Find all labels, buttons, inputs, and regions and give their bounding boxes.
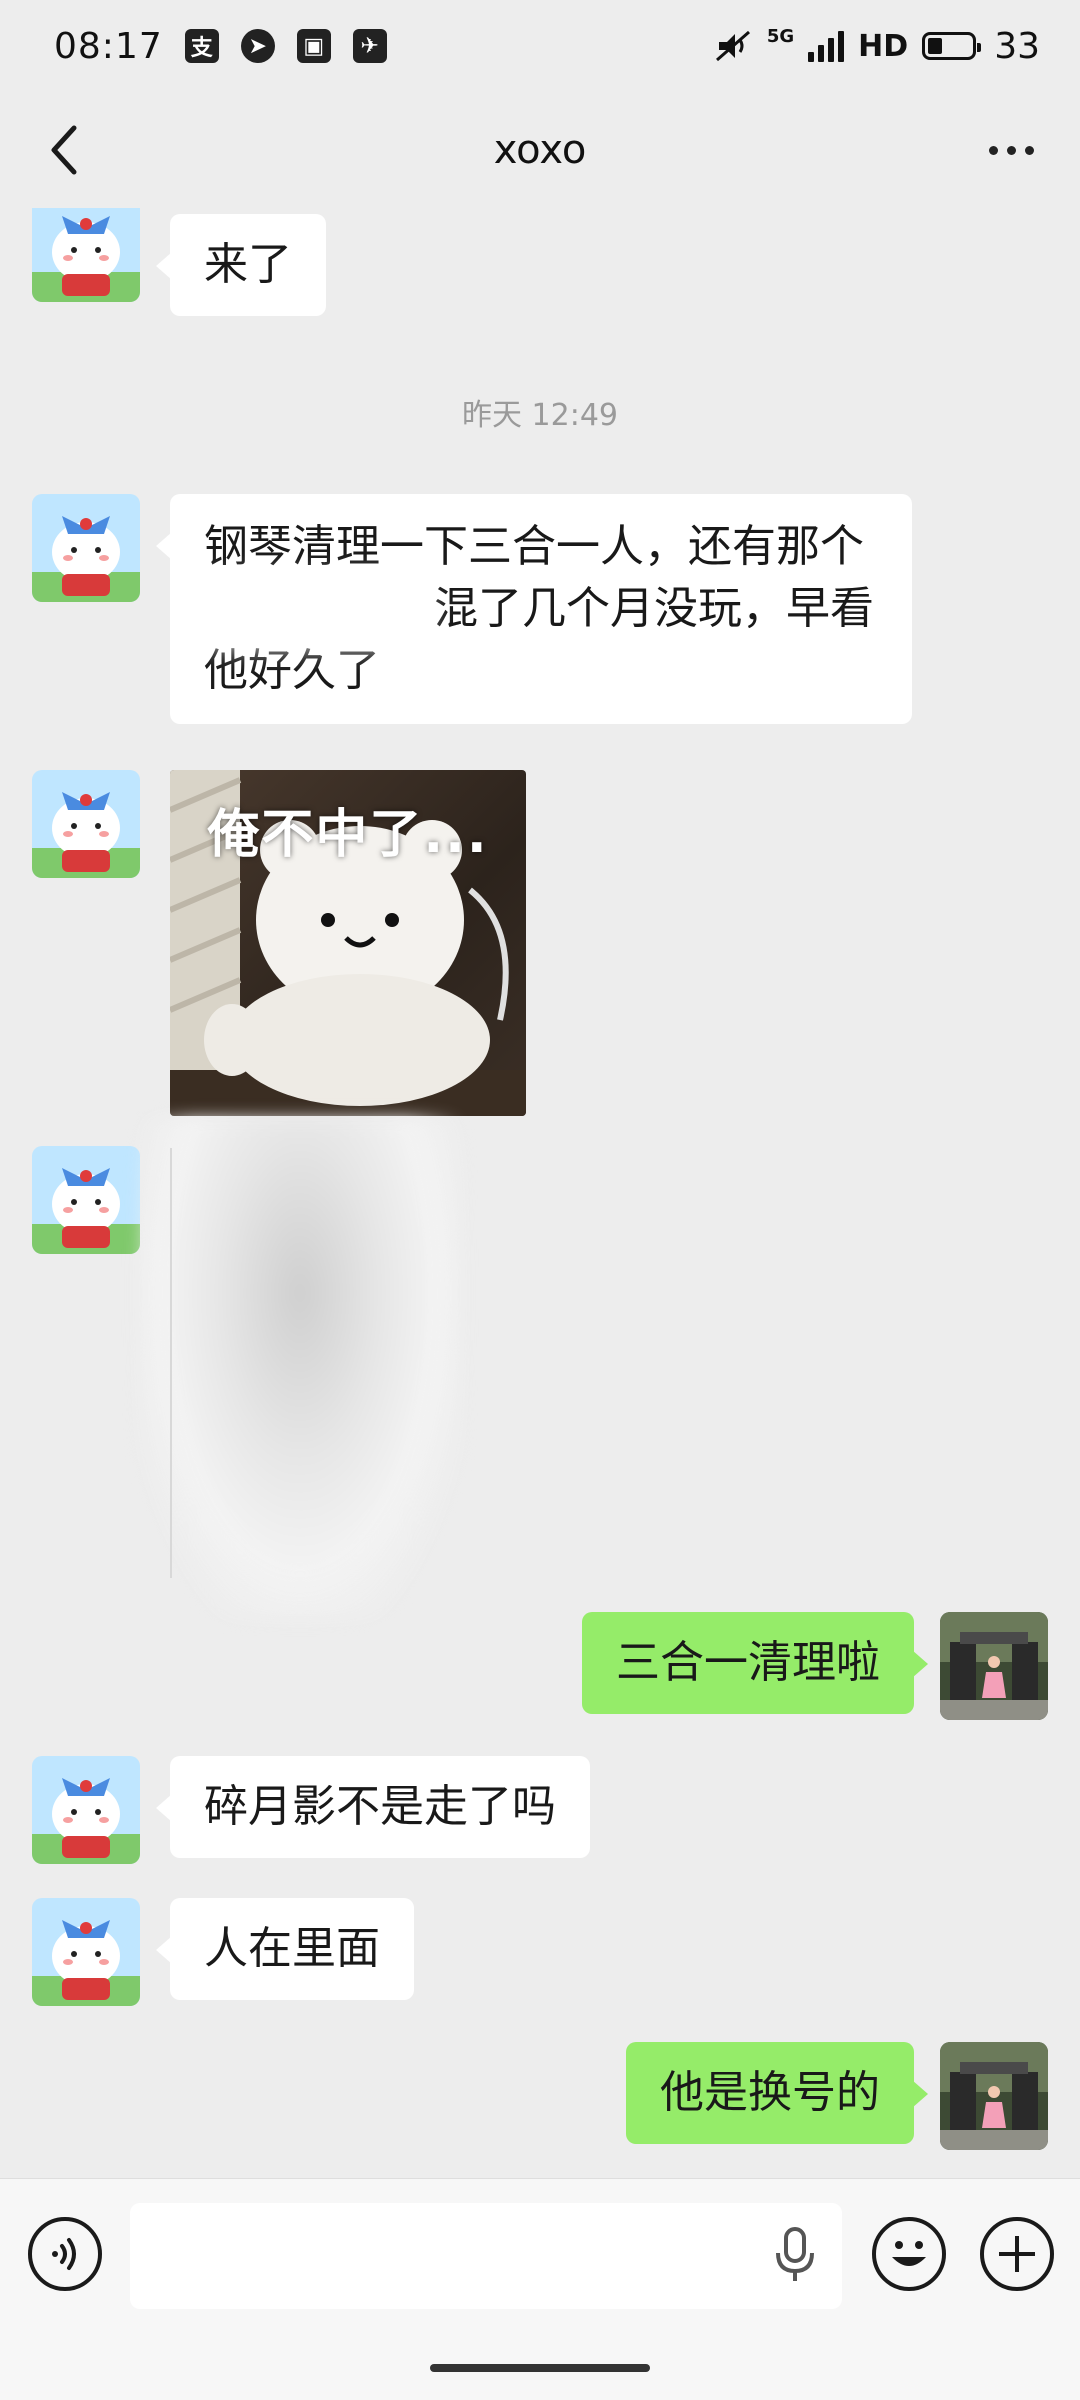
voice-button[interactable] [28, 2217, 102, 2291]
message-bubble[interactable]: 人在里面 [156, 1898, 414, 2000]
telegram-icon: ✈ [352, 29, 387, 63]
emoji-icon [892, 2241, 926, 2266]
message-timestamp: 昨天 12:49 [462, 398, 618, 433]
more-dot [1006, 145, 1016, 155]
my-avatar[interactable] [940, 1612, 1048, 1720]
chat-title: xoxo [493, 127, 587, 173]
contact-avatar[interactable] [32, 1898, 140, 2006]
message-text: 碎月影不是走了吗 [204, 1781, 556, 1832]
message-text-line: 他好久了 [204, 645, 380, 696]
my-avatar[interactable] [940, 2042, 1048, 2150]
cartoon-avatar-icon [32, 494, 140, 602]
cartoon-avatar-icon [32, 770, 140, 878]
news-icon: ▣ [296, 29, 331, 63]
message-text-line: 钢琴清理一下三合一人，还有那个 [204, 521, 864, 572]
chat-area[interactable]: 来了 昨天 12:49 钢琴清理一下三合一人，还有那个 混了几个月没玩，早看 他… [0, 208, 1080, 2178]
redacted-blur [190, 578, 430, 648]
battery-icon [922, 32, 982, 60]
voice-icon [52, 2238, 76, 2270]
back-button[interactable] [36, 122, 92, 178]
contact-avatar[interactable] [32, 494, 140, 602]
cartoon-avatar-icon [32, 1756, 140, 1864]
contact-avatar[interactable] [32, 208, 140, 302]
cartoon-avatar-icon [32, 208, 140, 302]
home-indicator[interactable] [430, 2364, 650, 2372]
mute-icon [715, 30, 750, 62]
message-text: 三合一清理啦 [616, 1637, 880, 1688]
message-bubble[interactable]: 碎月影不是走了吗 [156, 1756, 590, 1858]
contact-avatar[interactable] [32, 770, 140, 878]
more-dot [988, 145, 998, 155]
title-bar: xoxo [0, 92, 1080, 208]
message-text: 来了 [204, 239, 292, 290]
cartoon-avatar-icon [32, 1146, 140, 1254]
status-bar: 08:17 支 ➤ ▣ ✈ 5G HD 33 [0, 0, 1080, 92]
message-bubble-outgoing[interactable]: 三合一清理啦 [582, 1612, 928, 1714]
cartoon-avatar-icon [32, 1898, 140, 2006]
message-text: 人在里面 [204, 1923, 380, 1974]
battery-fill [928, 38, 943, 54]
plus-icon [999, 2236, 1035, 2272]
alipay-icon: 支 [184, 29, 219, 63]
message-bubble[interactable]: 钢琴清理一下三合一人，还有那个 混了几个月没玩，早看 他好久了 [156, 494, 912, 724]
chevron-left-icon [51, 125, 77, 175]
mic-icon[interactable] [770, 2225, 820, 2285]
contact-avatar[interactable] [32, 1756, 140, 1864]
message-text: 他是换号的 [660, 2067, 880, 2118]
more-dot [1024, 145, 1034, 155]
app-icon: ➤ [240, 29, 275, 63]
contact-avatar[interactable] [32, 1146, 140, 1254]
emoji-button[interactable] [872, 2217, 946, 2291]
plus-button[interactable] [980, 2217, 1054, 2291]
photo-avatar-icon [940, 1612, 1048, 1720]
signal-icon [808, 30, 845, 62]
battery-percent: 33 [994, 25, 1040, 67]
blurred-image-message[interactable] [140, 1118, 460, 1618]
network-label: 5G [766, 25, 795, 47]
message-bubble[interactable]: 来了 [156, 214, 326, 316]
status-right: 5G HD 33 [713, 26, 1040, 67]
image-frame-edge [170, 1148, 172, 1578]
more-button[interactable] [976, 122, 1046, 178]
message-input[interactable] [130, 2203, 842, 2309]
status-left: 08:17 支 ➤ ▣ ✈ [54, 26, 387, 67]
sticker-image[interactable]: 俺不中了... [170, 770, 526, 1116]
message-bubble-outgoing[interactable]: 他是换号的 [626, 2042, 928, 2144]
sticker-caption: 俺不中了... [207, 805, 489, 865]
status-time: 08:17 [54, 25, 163, 67]
photo-avatar-icon [940, 2042, 1048, 2150]
hd-label: HD [858, 28, 909, 64]
